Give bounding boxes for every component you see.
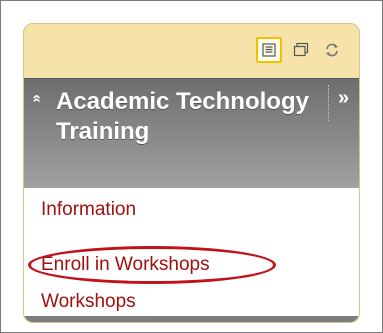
list-view-button[interactable]	[256, 37, 282, 63]
header-divider	[328, 85, 329, 121]
collapse-arrow-icon[interactable]: »	[28, 94, 45, 102]
module-header: » Academic Technology Training »	[24, 78, 359, 189]
module-panel: » Academic Technology Training » Informa…	[23, 23, 360, 323]
screenshot-frame: » Academic Technology Training » Informa…	[0, 0, 383, 333]
module-title: Academic Technology Training	[56, 88, 309, 145]
refresh-icon	[324, 42, 340, 58]
window-button[interactable]	[288, 37, 314, 63]
menu-item-information[interactable]: Information	[41, 199, 136, 221]
window-icon	[293, 42, 309, 58]
menu-item-workshops[interactable]: Workshops	[41, 291, 136, 313]
list-view-icon	[262, 43, 276, 57]
expand-arrow-icon[interactable]: »	[338, 88, 349, 108]
refresh-button[interactable]	[319, 37, 345, 63]
module-menu: Information Enroll in Workshops Workshop…	[24, 188, 359, 318]
menu-item-enroll-in-workshops[interactable]: Enroll in Workshops	[41, 254, 210, 276]
module-toolbar	[24, 24, 359, 78]
panel-bottom-bar	[24, 316, 359, 322]
